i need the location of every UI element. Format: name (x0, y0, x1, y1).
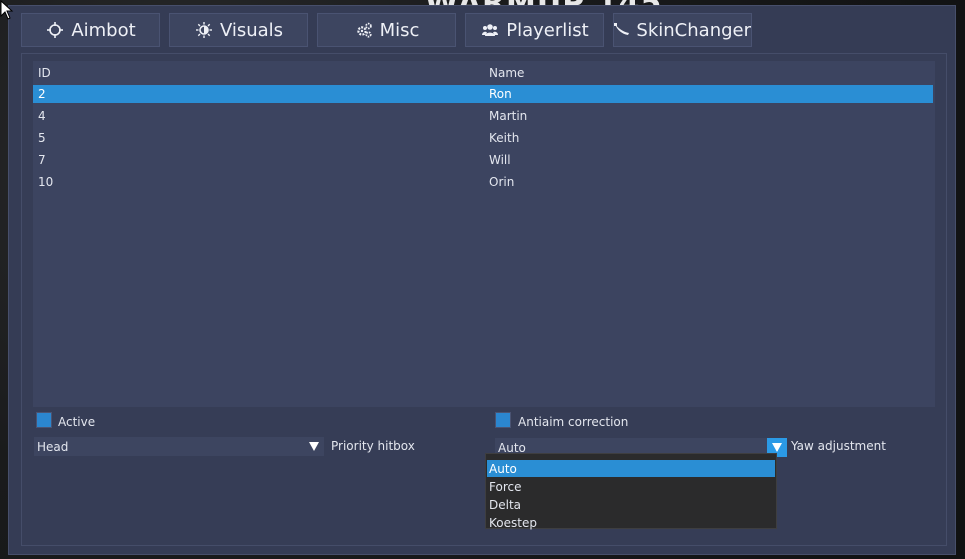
sun-icon (194, 21, 214, 39)
dropdown-option[interactable]: Force (487, 478, 775, 495)
tab-misc-label: Misc (379, 19, 420, 41)
tab-misc[interactable]: Misc (317, 13, 456, 47)
row-name: Orin (489, 175, 515, 189)
tab-aimbot-label: Aimbot (71, 19, 136, 41)
tab-skinchanger-label: SkinChanger (636, 19, 751, 41)
priority-hitbox-select[interactable]: Head (34, 437, 324, 456)
mouse-cursor-icon (0, 0, 14, 20)
row-id: 10 (38, 175, 54, 189)
knife-icon (614, 21, 630, 39)
tab-aimbot[interactable]: Aimbot (21, 13, 160, 47)
crosshair-icon (45, 21, 65, 39)
dropdown-option[interactable]: Koestep (487, 514, 775, 531)
active-label: Active (58, 415, 96, 429)
table-header: ID Name (33, 64, 933, 82)
active-checkbox[interactable] (36, 412, 52, 428)
row-id: 4 (38, 109, 46, 123)
tab-visuals-label: Visuals (219, 19, 284, 41)
dropdown-option[interactable]: Auto (487, 460, 775, 477)
priority-hitbox-label: Priority hitbox (331, 439, 415, 453)
tab-visuals[interactable]: Visuals (169, 13, 308, 47)
antiaim-correction-label: Antiaim correction (518, 415, 629, 429)
row-id: 5 (38, 131, 46, 145)
antiaim-correction-checkbox[interactable] (495, 412, 511, 428)
dropdown-option[interactable]: Delta (487, 496, 775, 513)
yaw-adjustment-dropdown[interactable]: Auto Force Delta Koestep (485, 453, 777, 531)
yaw-adjustment-label: Yaw adjustment (791, 439, 886, 453)
row-name: Keith (489, 131, 520, 145)
table-row[interactable]: 7 Will (33, 151, 933, 169)
column-name-header: Name (489, 66, 525, 80)
playerlist-panel: ID Name 2 Ron 4 Martin 5 Keith 7 Will 10… (21, 53, 947, 546)
table-row[interactable]: 5 Keith (33, 129, 933, 147)
player-table[interactable]: ID Name 2 Ron 4 Martin 5 Keith 7 Will 10… (33, 61, 935, 407)
cheat-menu-window: Aimbot Visuals Misc Playerlist SkinChang… (8, 5, 956, 555)
tab-playerlist-label: Playerlist (506, 19, 589, 41)
row-name: Ron (489, 87, 512, 101)
row-id: 2 (38, 87, 46, 101)
gears-icon (354, 21, 374, 39)
row-id: 7 (38, 153, 46, 167)
row-name: Martin (489, 109, 528, 123)
chevron-down-icon (304, 437, 324, 456)
table-row[interactable]: 4 Martin (33, 107, 933, 125)
priority-hitbox-value: Head (37, 439, 69, 454)
tab-playerlist[interactable]: Playerlist (465, 13, 604, 47)
tab-skinchanger[interactable]: SkinChanger (613, 13, 752, 47)
table-row[interactable]: 2 Ron (33, 85, 933, 103)
users-icon (480, 21, 500, 39)
column-id-header: ID (38, 66, 51, 80)
row-name: Will (489, 153, 511, 167)
table-row[interactable]: 10 Orin (33, 173, 933, 191)
